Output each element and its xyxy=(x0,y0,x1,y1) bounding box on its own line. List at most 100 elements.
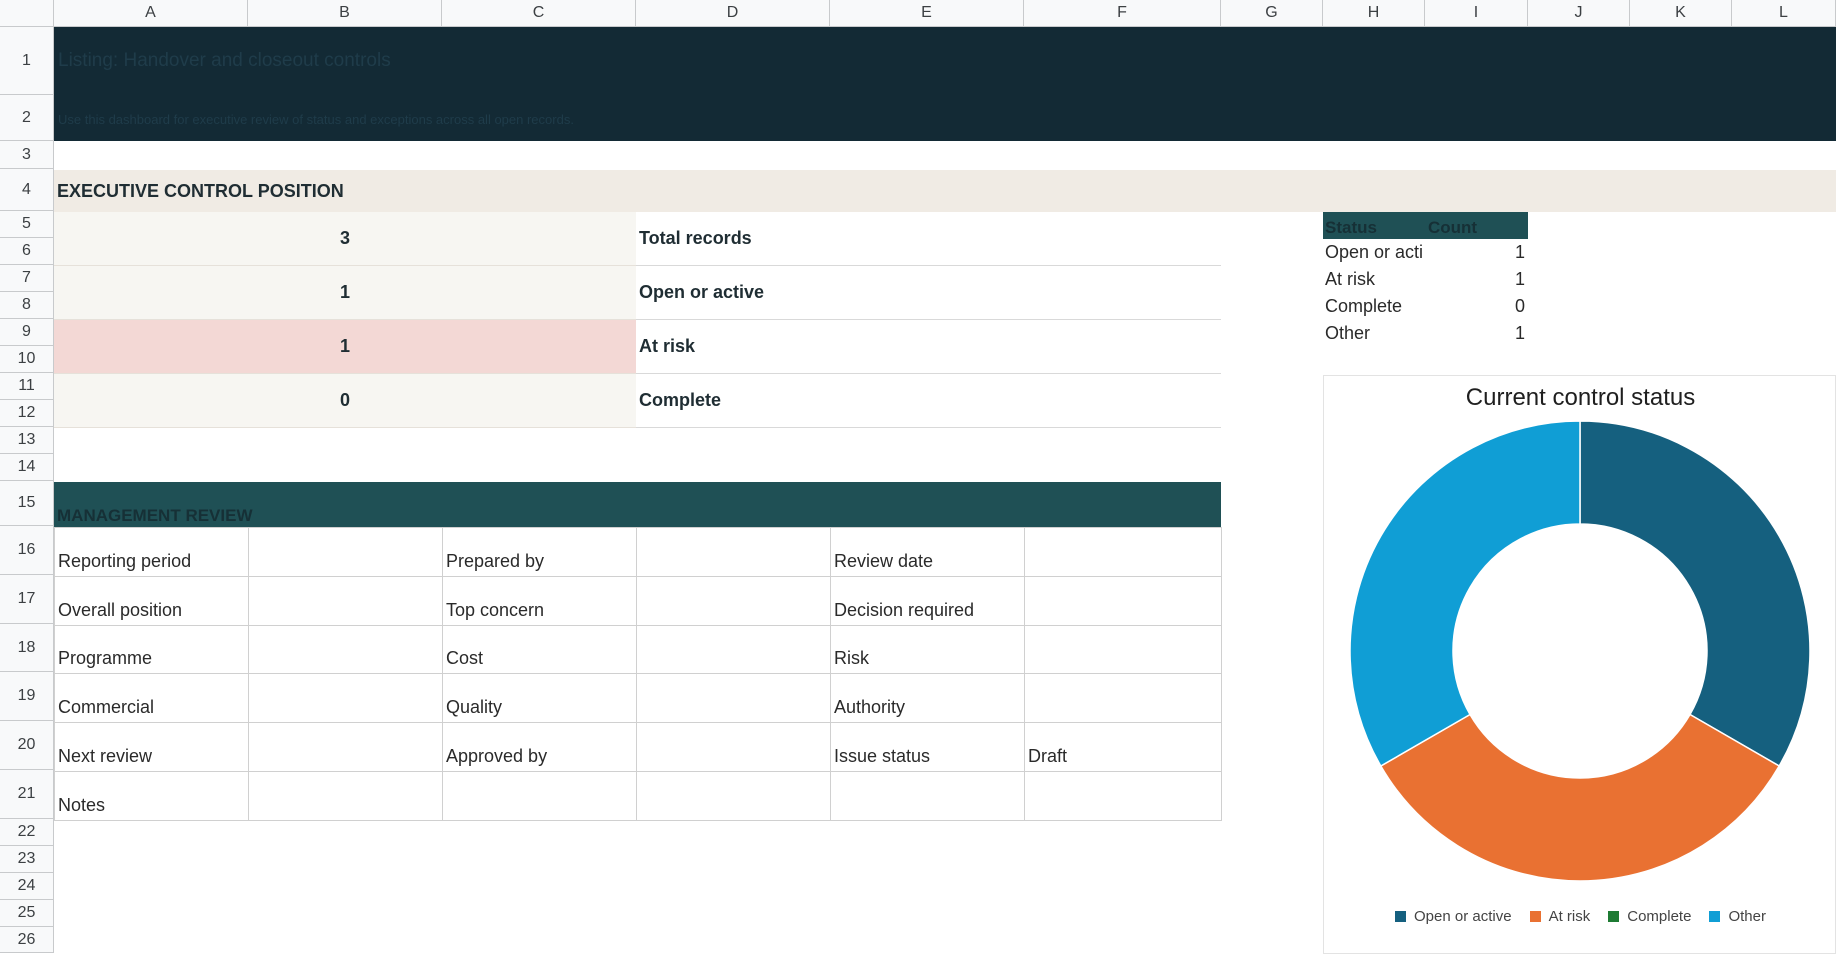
row-header-17[interactable]: 17 xyxy=(0,575,54,624)
column-header-h[interactable]: H xyxy=(1323,0,1425,27)
row-header-2[interactable]: 2 xyxy=(0,95,54,141)
review-field-value[interactable] xyxy=(1024,673,1222,723)
row-header-18[interactable]: 18 xyxy=(0,624,54,672)
review-field-value[interactable] xyxy=(1024,625,1222,674)
review-field-label: Risk xyxy=(830,625,1025,674)
donut-slice-other[interactable] xyxy=(1349,420,1581,768)
review-field-value[interactable] xyxy=(442,771,637,821)
select-all-corner[interactable] xyxy=(0,0,54,27)
legend-item[interactable]: Complete xyxy=(1608,908,1691,925)
review-field-value[interactable]: Draft xyxy=(1024,722,1222,772)
row-header-16[interactable]: 16 xyxy=(0,526,54,575)
review-field-value[interactable] xyxy=(1024,576,1222,626)
review-field-value[interactable] xyxy=(248,576,443,626)
row-header-14[interactable]: 14 xyxy=(0,454,54,481)
row-header-15[interactable]: 15 xyxy=(0,481,54,526)
status-header-label: Status xyxy=(1325,218,1377,237)
review-field-label: Next review xyxy=(54,722,249,772)
review-field-value[interactable] xyxy=(1024,771,1222,821)
row-header-1[interactable]: 1 xyxy=(0,27,54,95)
status-row-count: 1 xyxy=(1514,323,1525,343)
review-field-value[interactable] xyxy=(636,771,831,821)
column-header-a[interactable]: A xyxy=(54,0,248,27)
review-field-label: Commercial xyxy=(54,673,249,723)
legend-swatch xyxy=(1529,911,1541,922)
column-header-b[interactable]: B xyxy=(248,0,442,27)
review-field-label: Reporting period xyxy=(54,527,249,577)
status-row-count: 1 xyxy=(1514,269,1525,289)
legend-item[interactable]: Open or active xyxy=(1395,908,1512,925)
kpi-label: At risk xyxy=(636,320,1221,374)
row-header-10[interactable]: 10 xyxy=(0,346,54,373)
column-header-c[interactable]: C xyxy=(442,0,636,27)
row-header-6[interactable]: 6 xyxy=(0,238,54,265)
column-header-f[interactable]: F xyxy=(1024,0,1221,27)
row-header-25[interactable]: 25 xyxy=(0,900,54,927)
kpi-value: 0 xyxy=(54,374,636,428)
row-header-9[interactable]: 9 xyxy=(0,319,54,346)
review-field-value[interactable] xyxy=(636,527,831,577)
review-field-value[interactable] xyxy=(830,771,1025,821)
status-row-count: 1 xyxy=(1514,242,1525,262)
row-header-3[interactable]: 3 xyxy=(0,141,54,169)
legend-label: Open or active xyxy=(1414,908,1512,925)
review-field-value[interactable] xyxy=(636,576,831,626)
row-header-21[interactable]: 21 xyxy=(0,770,54,819)
review-field-label: Top concern xyxy=(442,576,637,626)
review-field-value[interactable] xyxy=(248,625,443,674)
review-field-label: Programme xyxy=(54,625,249,674)
row-header-19[interactable]: 19 xyxy=(0,672,54,721)
review-field-value[interactable] xyxy=(636,625,831,674)
review-field-label: Notes xyxy=(54,771,249,821)
row-header-26[interactable]: 26 xyxy=(0,927,54,953)
review-field-label: Issue status xyxy=(830,722,1025,772)
column-header-j[interactable]: J xyxy=(1528,0,1630,27)
review-field-value[interactable] xyxy=(248,722,443,772)
donut-slice-at-risk[interactable] xyxy=(1379,713,1781,882)
kpi-value: 1 xyxy=(54,320,636,374)
review-field-value[interactable] xyxy=(248,771,443,821)
chart-panel[interactable]: Current control status Open or active At … xyxy=(1323,375,1836,954)
row-header-8[interactable]: 8 xyxy=(0,292,54,319)
column-header-l[interactable]: L xyxy=(1732,0,1836,27)
review-field-label: Cost xyxy=(442,625,637,674)
column-header-g[interactable]: G xyxy=(1221,0,1323,27)
count-header-label: Count xyxy=(1428,218,1478,237)
legend-label: Complete xyxy=(1627,908,1692,925)
column-header-k[interactable]: K xyxy=(1630,0,1732,27)
review-field-value[interactable] xyxy=(248,673,443,723)
column-header-i[interactable]: I xyxy=(1425,0,1528,27)
review-field-value[interactable] xyxy=(1024,527,1222,577)
row-header-13[interactable]: 13 xyxy=(0,427,54,454)
donut-slice-open-or-active[interactable] xyxy=(1579,420,1811,768)
legend-swatch xyxy=(1608,911,1620,922)
row-header-23[interactable]: 23 xyxy=(0,846,54,873)
column-header-e[interactable]: E xyxy=(830,0,1024,27)
kpi-label: Open or active xyxy=(636,266,1221,320)
review-field-value[interactable] xyxy=(248,527,443,577)
legend-label: Other xyxy=(1728,908,1766,925)
review-field-value[interactable] xyxy=(636,722,831,772)
legend-swatch xyxy=(1709,911,1721,922)
review-field-label: Authority xyxy=(830,673,1025,723)
banner-subtitle: Use this dashboard for executive review … xyxy=(58,112,574,127)
row-header-4[interactable]: 4 xyxy=(0,169,54,211)
row-header-5[interactable]: 5 xyxy=(0,211,54,238)
row-header-20[interactable]: 20 xyxy=(0,721,54,770)
review-field-value[interactable] xyxy=(636,673,831,723)
status-row-label: Complete xyxy=(1325,296,1403,316)
review-field-label: Quality xyxy=(442,673,637,723)
row-header-11[interactable]: 11 xyxy=(0,373,54,400)
row-header-7[interactable]: 7 xyxy=(0,265,54,292)
legend-item[interactable]: At risk xyxy=(1529,908,1590,925)
review-field-label: Decision required xyxy=(830,576,1025,626)
row-header-12[interactable]: 12 xyxy=(0,400,54,427)
kpi-label: Total records xyxy=(636,212,1221,266)
legend-item[interactable]: Other xyxy=(1709,908,1766,925)
status-row-label: Open or acti xyxy=(1325,242,1424,262)
review-field-label: Overall position xyxy=(54,576,249,626)
column-header-d[interactable]: D xyxy=(636,0,830,27)
review-field-label: Review date xyxy=(830,527,1025,577)
row-header-24[interactable]: 24 xyxy=(0,873,54,900)
row-header-22[interactable]: 22 xyxy=(0,819,54,846)
